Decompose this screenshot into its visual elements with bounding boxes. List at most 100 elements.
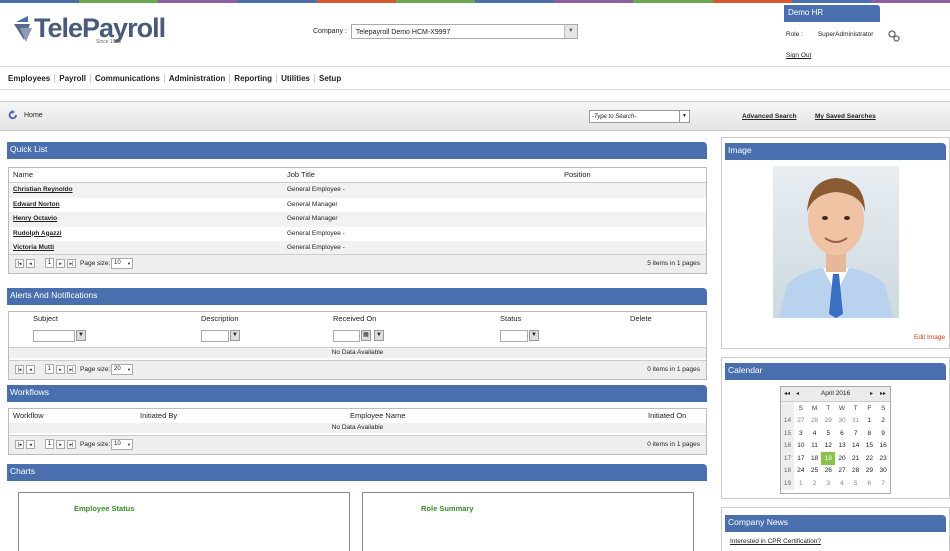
last-page-icon[interactable]: ▸| xyxy=(67,440,76,449)
calendar-day[interactable]: 6 xyxy=(863,477,877,490)
next-page-icon[interactable]: ▸ xyxy=(56,440,65,449)
saved-searches-link[interactable]: My Saved Searches xyxy=(815,113,876,120)
edit-image-link[interactable]: Edit Image xyxy=(914,334,945,341)
col-workflow[interactable]: Workflow xyxy=(13,409,44,423)
calendar-day[interactable]: 8 xyxy=(863,427,877,440)
received-on-filter-input[interactable] xyxy=(333,330,360,342)
employee-link[interactable]: Henry Octavio xyxy=(13,212,57,227)
calendar-day[interactable]: 13 xyxy=(835,440,849,453)
table-row[interactable]: Christian Reynoldo General Employee - xyxy=(9,183,706,198)
col-initiated-on[interactable]: Initiated On xyxy=(648,409,686,423)
calendar-day[interactable]: 3 xyxy=(794,427,808,440)
filter-icon[interactable]: ▼ xyxy=(374,330,384,341)
calendar-day[interactable]: 3 xyxy=(821,477,835,490)
first-page-icon[interactable]: |◂ xyxy=(15,440,24,449)
col-position[interactable]: Position xyxy=(564,168,591,182)
calendar-month[interactable]: April 2016 xyxy=(821,390,850,397)
nav-setup[interactable]: Setup xyxy=(315,74,345,83)
calendar-day[interactable]: 15 xyxy=(863,440,877,453)
employee-link[interactable]: Christian Reynoldo xyxy=(13,183,73,198)
calendar-day-today[interactable]: 19 xyxy=(821,452,836,465)
calendar-day[interactable]: 4 xyxy=(835,477,849,490)
nav-communications[interactable]: Communications xyxy=(91,73,165,83)
calendar-day[interactable]: 5 xyxy=(821,427,835,440)
table-row[interactable]: Rudolph Agazzi General Employee - xyxy=(9,227,706,242)
page-number[interactable]: 1 xyxy=(45,364,54,374)
page-size-select[interactable]: 10 ▼ xyxy=(111,258,133,269)
next-page-icon[interactable]: ▸ xyxy=(56,259,65,268)
calendar-day[interactable]: 14 xyxy=(849,440,863,453)
col-initiated-by[interactable]: Initiated By xyxy=(140,409,177,423)
logo[interactable]: TelePayroll xyxy=(14,14,166,42)
nav-payroll[interactable]: Payroll xyxy=(55,73,91,83)
next-month-icon[interactable]: ▸ xyxy=(870,387,873,401)
calendar-day[interactable]: 1 xyxy=(863,415,877,428)
page-size-select[interactable]: 20 ▼ xyxy=(111,364,133,375)
nav-employees[interactable]: Employees xyxy=(8,73,56,83)
employee-link[interactable]: Rudolph Agazzi xyxy=(13,227,62,242)
calendar-day[interactable]: 4 xyxy=(808,427,822,440)
last-page-icon[interactable]: ▸| xyxy=(67,259,76,268)
subject-filter-input[interactable] xyxy=(33,330,75,342)
col-name[interactable]: Name xyxy=(13,168,33,182)
calendar-day[interactable]: 17 xyxy=(794,452,808,465)
filter-icon[interactable]: ▼ xyxy=(76,330,86,341)
calendar-day[interactable]: 2 xyxy=(876,415,890,428)
employee-link[interactable]: Edward Norton xyxy=(13,198,60,213)
calendar-day[interactable]: 25 xyxy=(808,465,822,478)
calendar-day[interactable]: 9 xyxy=(876,427,890,440)
prev-page-icon[interactable]: ◂ xyxy=(26,440,35,449)
calendar-day[interactable]: 23 xyxy=(876,452,890,465)
calendar-day[interactable]: 22 xyxy=(863,452,877,465)
gear-icon[interactable] xyxy=(888,30,900,42)
prev-month-icon[interactable]: ◂ xyxy=(796,387,799,401)
calendar-day[interactable]: 20 xyxy=(835,452,849,465)
page-number[interactable]: 1 xyxy=(45,258,54,268)
nav-administration[interactable]: Administration xyxy=(165,73,231,83)
filter-icon[interactable]: ▼ xyxy=(230,330,240,341)
calendar-day[interactable]: 5 xyxy=(849,477,863,490)
chevron-down-icon[interactable]: ▼ xyxy=(563,25,577,38)
nav-reporting[interactable]: Reporting xyxy=(230,73,278,83)
calendar-day[interactable]: 21 xyxy=(849,452,863,465)
calendar-day[interactable]: 30 xyxy=(876,465,890,478)
first-month-icon[interactable]: ◂◂ xyxy=(784,387,790,401)
company-select[interactable]: Telepayroll Demo HCM-X9997 ▼ xyxy=(350,24,578,39)
calendar-day[interactable]: 7 xyxy=(849,427,863,440)
sign-out-link[interactable]: Sign Out xyxy=(786,52,811,59)
nav-utilities[interactable]: Utilities xyxy=(277,73,315,83)
last-page-icon[interactable]: ▸| xyxy=(67,365,76,374)
prev-page-icon[interactable]: ◂ xyxy=(26,259,35,268)
calendar-day[interactable]: 31 xyxy=(849,415,863,428)
calendar-day[interactable]: 7 xyxy=(876,477,890,490)
calendar-day[interactable]: 30 xyxy=(835,415,849,428)
status-filter-input[interactable] xyxy=(500,330,528,342)
calendar-day[interactable]: 11 xyxy=(808,440,822,453)
calendar-day[interactable]: 12 xyxy=(821,440,835,453)
first-page-icon[interactable]: |◂ xyxy=(15,365,24,374)
calendar-day[interactable]: 27 xyxy=(794,415,808,428)
table-row[interactable]: Edward Norton General Manager xyxy=(9,198,706,213)
calendar-day[interactable]: 2 xyxy=(808,477,822,490)
calendar-day[interactable]: 16 xyxy=(876,440,890,453)
breadcrumb-home[interactable]: Home xyxy=(24,112,43,119)
calendar-day[interactable]: 6 xyxy=(835,427,849,440)
prev-page-icon[interactable]: ◂ xyxy=(26,365,35,374)
page-size-select[interactable]: 10 ▼ xyxy=(111,439,133,450)
description-filter-input[interactable] xyxy=(201,330,229,342)
calendar-day[interactable]: 28 xyxy=(849,465,863,478)
calendar-day[interactable]: 29 xyxy=(821,415,835,428)
news-item-link[interactable]: Interested in CPR Certification? xyxy=(730,538,821,545)
chevron-down-icon[interactable]: ▼ xyxy=(679,111,689,122)
page-number[interactable]: 1 xyxy=(45,439,54,449)
calendar-day[interactable]: 27 xyxy=(835,465,849,478)
calendar-icon[interactable]: ▦ xyxy=(361,330,371,341)
calendar-day[interactable]: 28 xyxy=(808,415,822,428)
search-input[interactable]: -Type to Search- ▼ xyxy=(589,110,690,123)
calendar-day[interactable]: 1 xyxy=(794,477,808,490)
last-month-icon[interactable]: ▸▸ xyxy=(880,387,886,401)
first-page-icon[interactable]: |◂ xyxy=(15,259,24,268)
refresh-icon[interactable] xyxy=(8,110,18,120)
col-job-title[interactable]: Job Title xyxy=(287,168,315,182)
calendar-day[interactable]: 10 xyxy=(794,440,808,453)
